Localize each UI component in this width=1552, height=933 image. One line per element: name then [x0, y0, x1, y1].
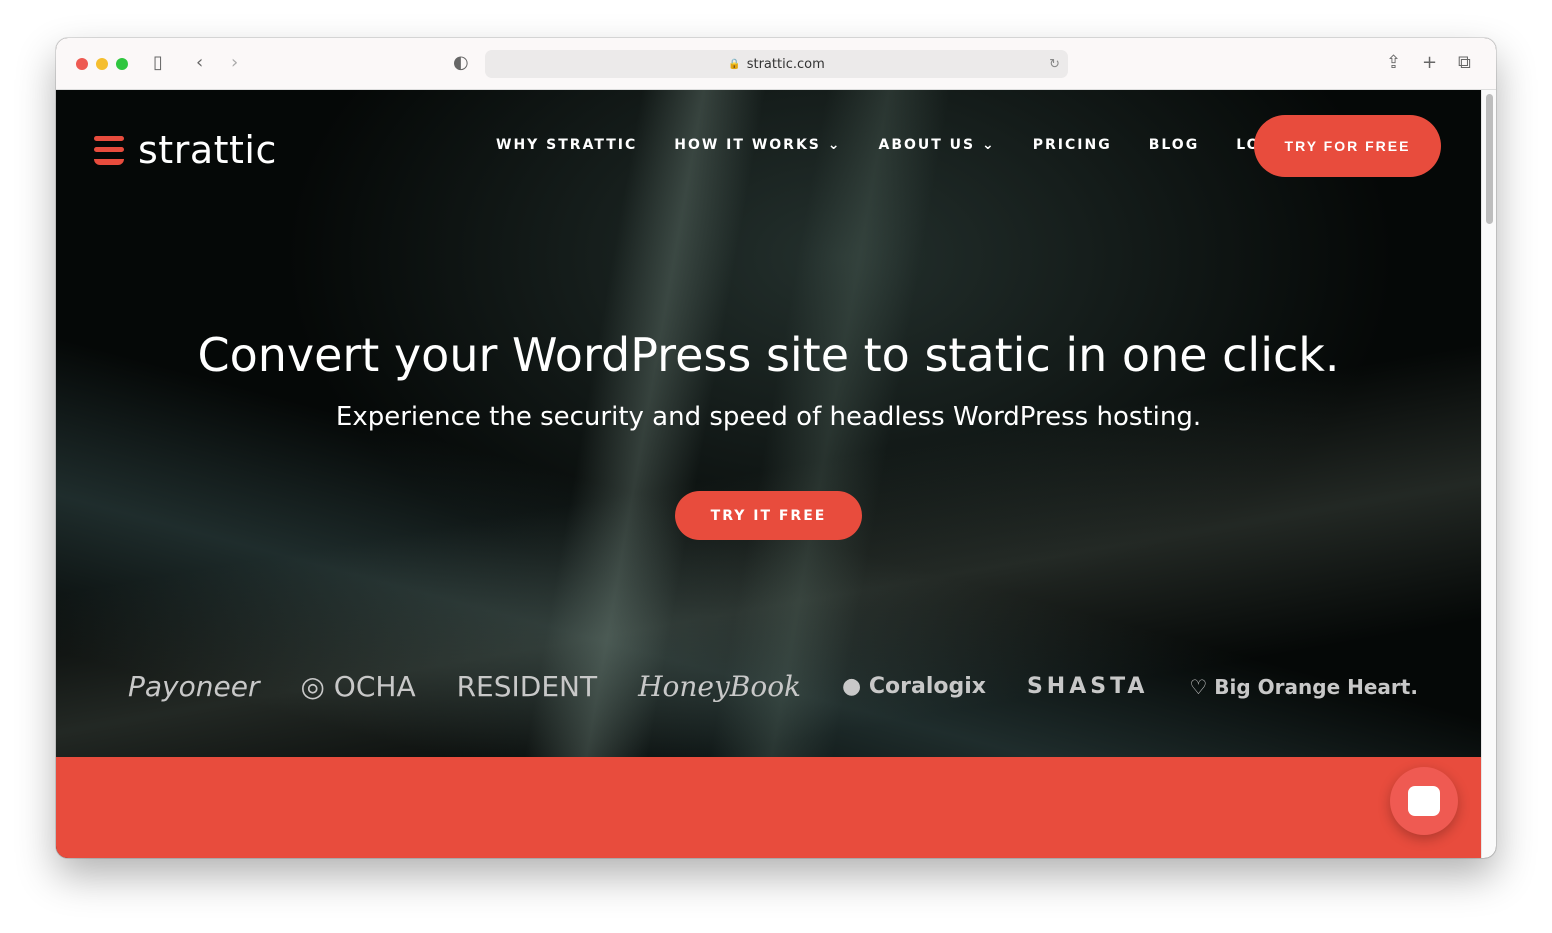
- address-bar[interactable]: 🔒 strattic.com ↻: [485, 50, 1068, 78]
- try-it-free-button[interactable]: TRY IT FREE: [675, 491, 862, 540]
- logo-text: strattic: [138, 128, 277, 172]
- client-logo-payoneer: Payoneer: [128, 670, 260, 703]
- nav-pricing[interactable]: PRICING: [1033, 137, 1112, 153]
- logo-mark-icon: [94, 133, 124, 167]
- ocha-text: OCHA: [333, 670, 416, 703]
- maximize-window-button[interactable]: [116, 58, 128, 70]
- forward-icon[interactable]: ›: [231, 52, 238, 73]
- scrollbar-thumb[interactable]: [1486, 94, 1493, 224]
- nav-blog[interactable]: BLOG: [1149, 137, 1200, 153]
- orange-section: [56, 757, 1481, 858]
- page-content: strattic WHY STRATTIC HOW IT WORKS ⌄ ABO…: [56, 90, 1481, 858]
- coralogix-text: Coralogix: [868, 674, 986, 699]
- nav-how-it-works[interactable]: HOW IT WORKS ⌄: [674, 137, 841, 153]
- nav-about-us[interactable]: ABOUT US ⌄: [878, 137, 995, 153]
- try-for-free-button[interactable]: TRY FOR FREE: [1254, 115, 1441, 177]
- chat-icon: [1408, 786, 1440, 816]
- client-logo-shasta: SHASTA: [1026, 674, 1149, 699]
- chat-launcher-button[interactable]: [1390, 767, 1458, 835]
- browser-window: ▯ ‹ › ◐ 🔒 strattic.com ↻ ⇪ + ⧉ strattic …: [56, 38, 1496, 858]
- browser-toolbar: ▯ ‹ › ◐ 🔒 strattic.com ↻ ⇪ + ⧉: [56, 38, 1496, 90]
- shield-icon[interactable]: ◐: [453, 52, 469, 73]
- client-logo-honeybook: HoneyBook: [638, 670, 802, 703]
- share-icon[interactable]: ⇪: [1386, 52, 1401, 73]
- nav-why-strattic[interactable]: WHY STRATTIC: [496, 137, 637, 153]
- hero-section: strattic WHY STRATTIC HOW IT WORKS ⌄ ABO…: [56, 90, 1481, 757]
- scrollbar[interactable]: [1481, 90, 1496, 858]
- back-icon[interactable]: ‹: [196, 52, 203, 73]
- client-logo-ocha: ◎ OCHA: [300, 670, 416, 703]
- client-logos: Payoneer ◎ OCHA RESIDENT HoneyBook ● Cor…: [128, 670, 1418, 703]
- url-text: strattic.com: [746, 56, 825, 72]
- close-window-button[interactable]: [76, 58, 88, 70]
- lock-icon: 🔒: [728, 58, 741, 70]
- hero-title: Convert your WordPress site to static in…: [197, 328, 1340, 382]
- client-logo-big-orange-heart: ♡ Big Orange Heart.: [1189, 674, 1418, 699]
- client-logo-resident: RESIDENT: [456, 670, 598, 703]
- reload-icon[interactable]: ↻: [1049, 57, 1060, 72]
- client-logo-coralogix: ● Coralogix: [842, 674, 986, 699]
- strattic-logo[interactable]: strattic: [94, 128, 277, 172]
- new-tab-icon[interactable]: +: [1422, 52, 1437, 73]
- sidebar-icon[interactable]: ▯: [153, 52, 163, 73]
- hero-subtitle: Experience the security and speed of hea…: [335, 402, 1202, 432]
- minimize-window-button[interactable]: [96, 58, 108, 70]
- tabs-overview-icon[interactable]: ⧉: [1458, 52, 1471, 73]
- main-nav: WHY STRATTIC HOW IT WORKS ⌄ ABOUT US ⌄ P…: [496, 137, 1339, 153]
- big-orange-heart-text: Big Orange Heart.: [1214, 674, 1418, 699]
